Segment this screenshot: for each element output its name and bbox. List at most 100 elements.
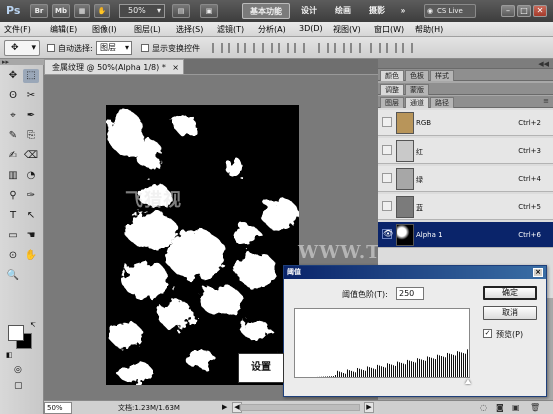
eyedropper-tool-icon[interactable]: ⌖ [5, 109, 21, 123]
tab-masks[interactable]: 蒙版 [405, 84, 429, 95]
auto-select-checkbox[interactable] [47, 44, 55, 52]
load-selection-icon[interactable]: ◌ [480, 403, 487, 412]
scroll-right-icon[interactable]: ▶ [364, 402, 374, 413]
align-left-icon[interactable] [262, 43, 273, 53]
path-selection-icon[interactable]: ↖ [23, 209, 39, 223]
tab-color[interactable]: 颜色 [380, 70, 404, 81]
status-zoom-field[interactable]: 50% [44, 402, 72, 414]
visibility-toggle[interactable] [382, 117, 392, 127]
healing-brush-icon[interactable]: ✒ [23, 109, 39, 123]
collapse-panels-icon[interactable]: ◀◀ [538, 60, 549, 68]
eraser-tool-icon[interactable]: ⌫ [23, 149, 39, 163]
foreground-color-swatch[interactable] [8, 325, 24, 341]
align-hcenter-icon[interactable] [278, 43, 289, 53]
tab-paths[interactable]: 路径 [430, 97, 454, 108]
3d-orbit-icon[interactable]: ⊙ [5, 249, 21, 263]
channel-row-blue[interactable]: 蓝 Ctrl+5 [378, 194, 553, 220]
distribute-top-icon[interactable] [318, 43, 329, 53]
mini-bridge-button[interactable]: Mb [52, 4, 70, 18]
close-tab-icon[interactable]: × [172, 60, 179, 75]
panel-menu-icon[interactable]: ≡ [543, 97, 549, 105]
workspace-painting[interactable]: 绘画 [328, 3, 358, 19]
close-window-button[interactable]: ✕ [533, 5, 547, 17]
tab-styles[interactable]: 样式 [430, 70, 454, 81]
screen-mode-icon[interactable]: ▢ [14, 381, 23, 391]
lasso-tool-icon[interactable]: ʘ [5, 89, 21, 103]
shape-tool-icon[interactable]: ▭ [5, 229, 21, 243]
menu-file[interactable]: 文件(F) [4, 24, 31, 35]
dialog-titlebar[interactable]: 阈值 × [284, 266, 546, 279]
workspace-design[interactable]: 设计 [294, 3, 324, 19]
crop-tool-icon[interactable]: ✂ [23, 89, 39, 103]
move-tool-icon[interactable]: ✥ [5, 69, 21, 83]
workspace-essentials[interactable]: 基本功能 [242, 3, 290, 19]
quick-mask-icon[interactable]: ◎ [14, 365, 22, 375]
save-selection-icon[interactable]: ◙ [496, 403, 504, 412]
menu-select[interactable]: 选择(S) [176, 24, 203, 35]
expand-toolbox-icon[interactable]: ▸▸ [2, 58, 9, 66]
3d-rotate-icon[interactable]: ☚ [23, 229, 39, 243]
menu-window[interactable]: 窗口(W) [374, 24, 404, 35]
pen-tool-icon[interactable]: ✑ [23, 189, 39, 203]
menu-image[interactable]: 图像(I) [92, 24, 117, 35]
menu-view[interactable]: 视图(V) [333, 24, 361, 35]
eye-icon[interactable]: 👁 [382, 229, 393, 239]
horizontal-scrollbar[interactable] [240, 404, 360, 411]
align-right-icon[interactable] [294, 43, 305, 53]
align-top-icon[interactable] [212, 43, 223, 53]
extras-icon[interactable]: ▦ [74, 4, 90, 18]
new-channel-icon[interactable]: ▣ [512, 403, 520, 412]
marquee-tool-icon[interactable]: ⬚ [23, 69, 39, 83]
visibility-toggle[interactable] [382, 173, 392, 183]
document-tab[interactable]: 金属纹理 @ 50%(Alpha 1/8) * × [44, 59, 184, 75]
tab-layers[interactable]: 图层 [380, 97, 404, 108]
channel-row-alpha-1[interactable]: 👁 Alpha 1 Ctrl+6 [378, 222, 553, 248]
menu-help[interactable]: 帮助(H) [415, 24, 443, 35]
distribute-hcenter-icon[interactable] [386, 43, 397, 53]
minimize-button[interactable]: – [501, 5, 515, 17]
gradient-tool-icon[interactable]: ▥ [5, 169, 21, 183]
alpha-channel-image[interactable] [106, 105, 299, 385]
restore-button[interactable]: □ [517, 5, 531, 17]
tab-adjustments[interactable]: 调整 [380, 84, 404, 95]
zoom-level-dropdown[interactable]: 50% ▾ [119, 4, 165, 18]
visibility-toggle[interactable] [382, 201, 392, 211]
default-colors-icon[interactable]: ◧ [6, 351, 13, 359]
tab-swatches[interactable]: 色板 [405, 70, 429, 81]
threshold-histogram[interactable] [294, 308, 470, 378]
menu-3d[interactable]: 3D(D) [299, 24, 323, 33]
align-vcenter-icon[interactable] [228, 43, 239, 53]
brush-tool-icon[interactable]: ✎ [5, 129, 21, 143]
threshold-level-input[interactable]: 250 [396, 287, 424, 300]
dodge-tool-icon[interactable]: ⚲ [5, 189, 21, 203]
more-workspaces-icon[interactable]: » [396, 3, 410, 19]
menu-layer[interactable]: 图层(L) [134, 24, 161, 35]
close-icon[interactable]: × [533, 268, 543, 277]
blur-tool-icon[interactable]: ◔ [23, 169, 39, 183]
show-transform-controls-checkbox[interactable] [141, 44, 149, 52]
status-menu-arrow-icon[interactable]: ▶ [222, 403, 227, 411]
distribute-vcenter-icon[interactable] [334, 43, 345, 53]
menu-filter[interactable]: 滤镜(T) [217, 24, 244, 35]
menu-edit[interactable]: 编辑(E) [50, 24, 77, 35]
zoom-tool-icon[interactable]: 🔍 [5, 269, 21, 283]
visibility-toggle[interactable] [382, 145, 392, 155]
menu-analysis[interactable]: 分析(A) [258, 24, 286, 35]
trash-icon[interactable]: 🗑 [530, 403, 540, 412]
document-size-info[interactable]: 文档:1.23M/1.63M [118, 403, 180, 413]
channel-row-green[interactable]: 绿 Ctrl+4 [378, 166, 553, 192]
distribute-bottom-icon[interactable] [350, 43, 361, 53]
align-bottom-icon[interactable] [244, 43, 255, 53]
distribute-right-icon[interactable] [402, 43, 413, 53]
ok-button[interactable]: 确定 [483, 286, 537, 300]
tool-preset-picker[interactable]: ✥ ▾ [4, 40, 40, 56]
arrange-documents-icon[interactable]: ▤ [172, 4, 190, 18]
tab-channels[interactable]: 通道 [405, 97, 429, 108]
workspace-photography[interactable]: 摄影 [362, 3, 392, 19]
auto-select-target-dropdown[interactable]: 图层 ▾ [96, 41, 132, 55]
bridge-button[interactable]: Br [30, 4, 48, 18]
history-brush-icon[interactable]: ✍ [5, 149, 21, 163]
channel-row-rgb[interactable]: RGB Ctrl+2 [378, 110, 553, 136]
cs-live-button[interactable]: ◉ CS Live [424, 4, 476, 18]
screen-mode-icon[interactable]: ▣ [200, 4, 218, 18]
